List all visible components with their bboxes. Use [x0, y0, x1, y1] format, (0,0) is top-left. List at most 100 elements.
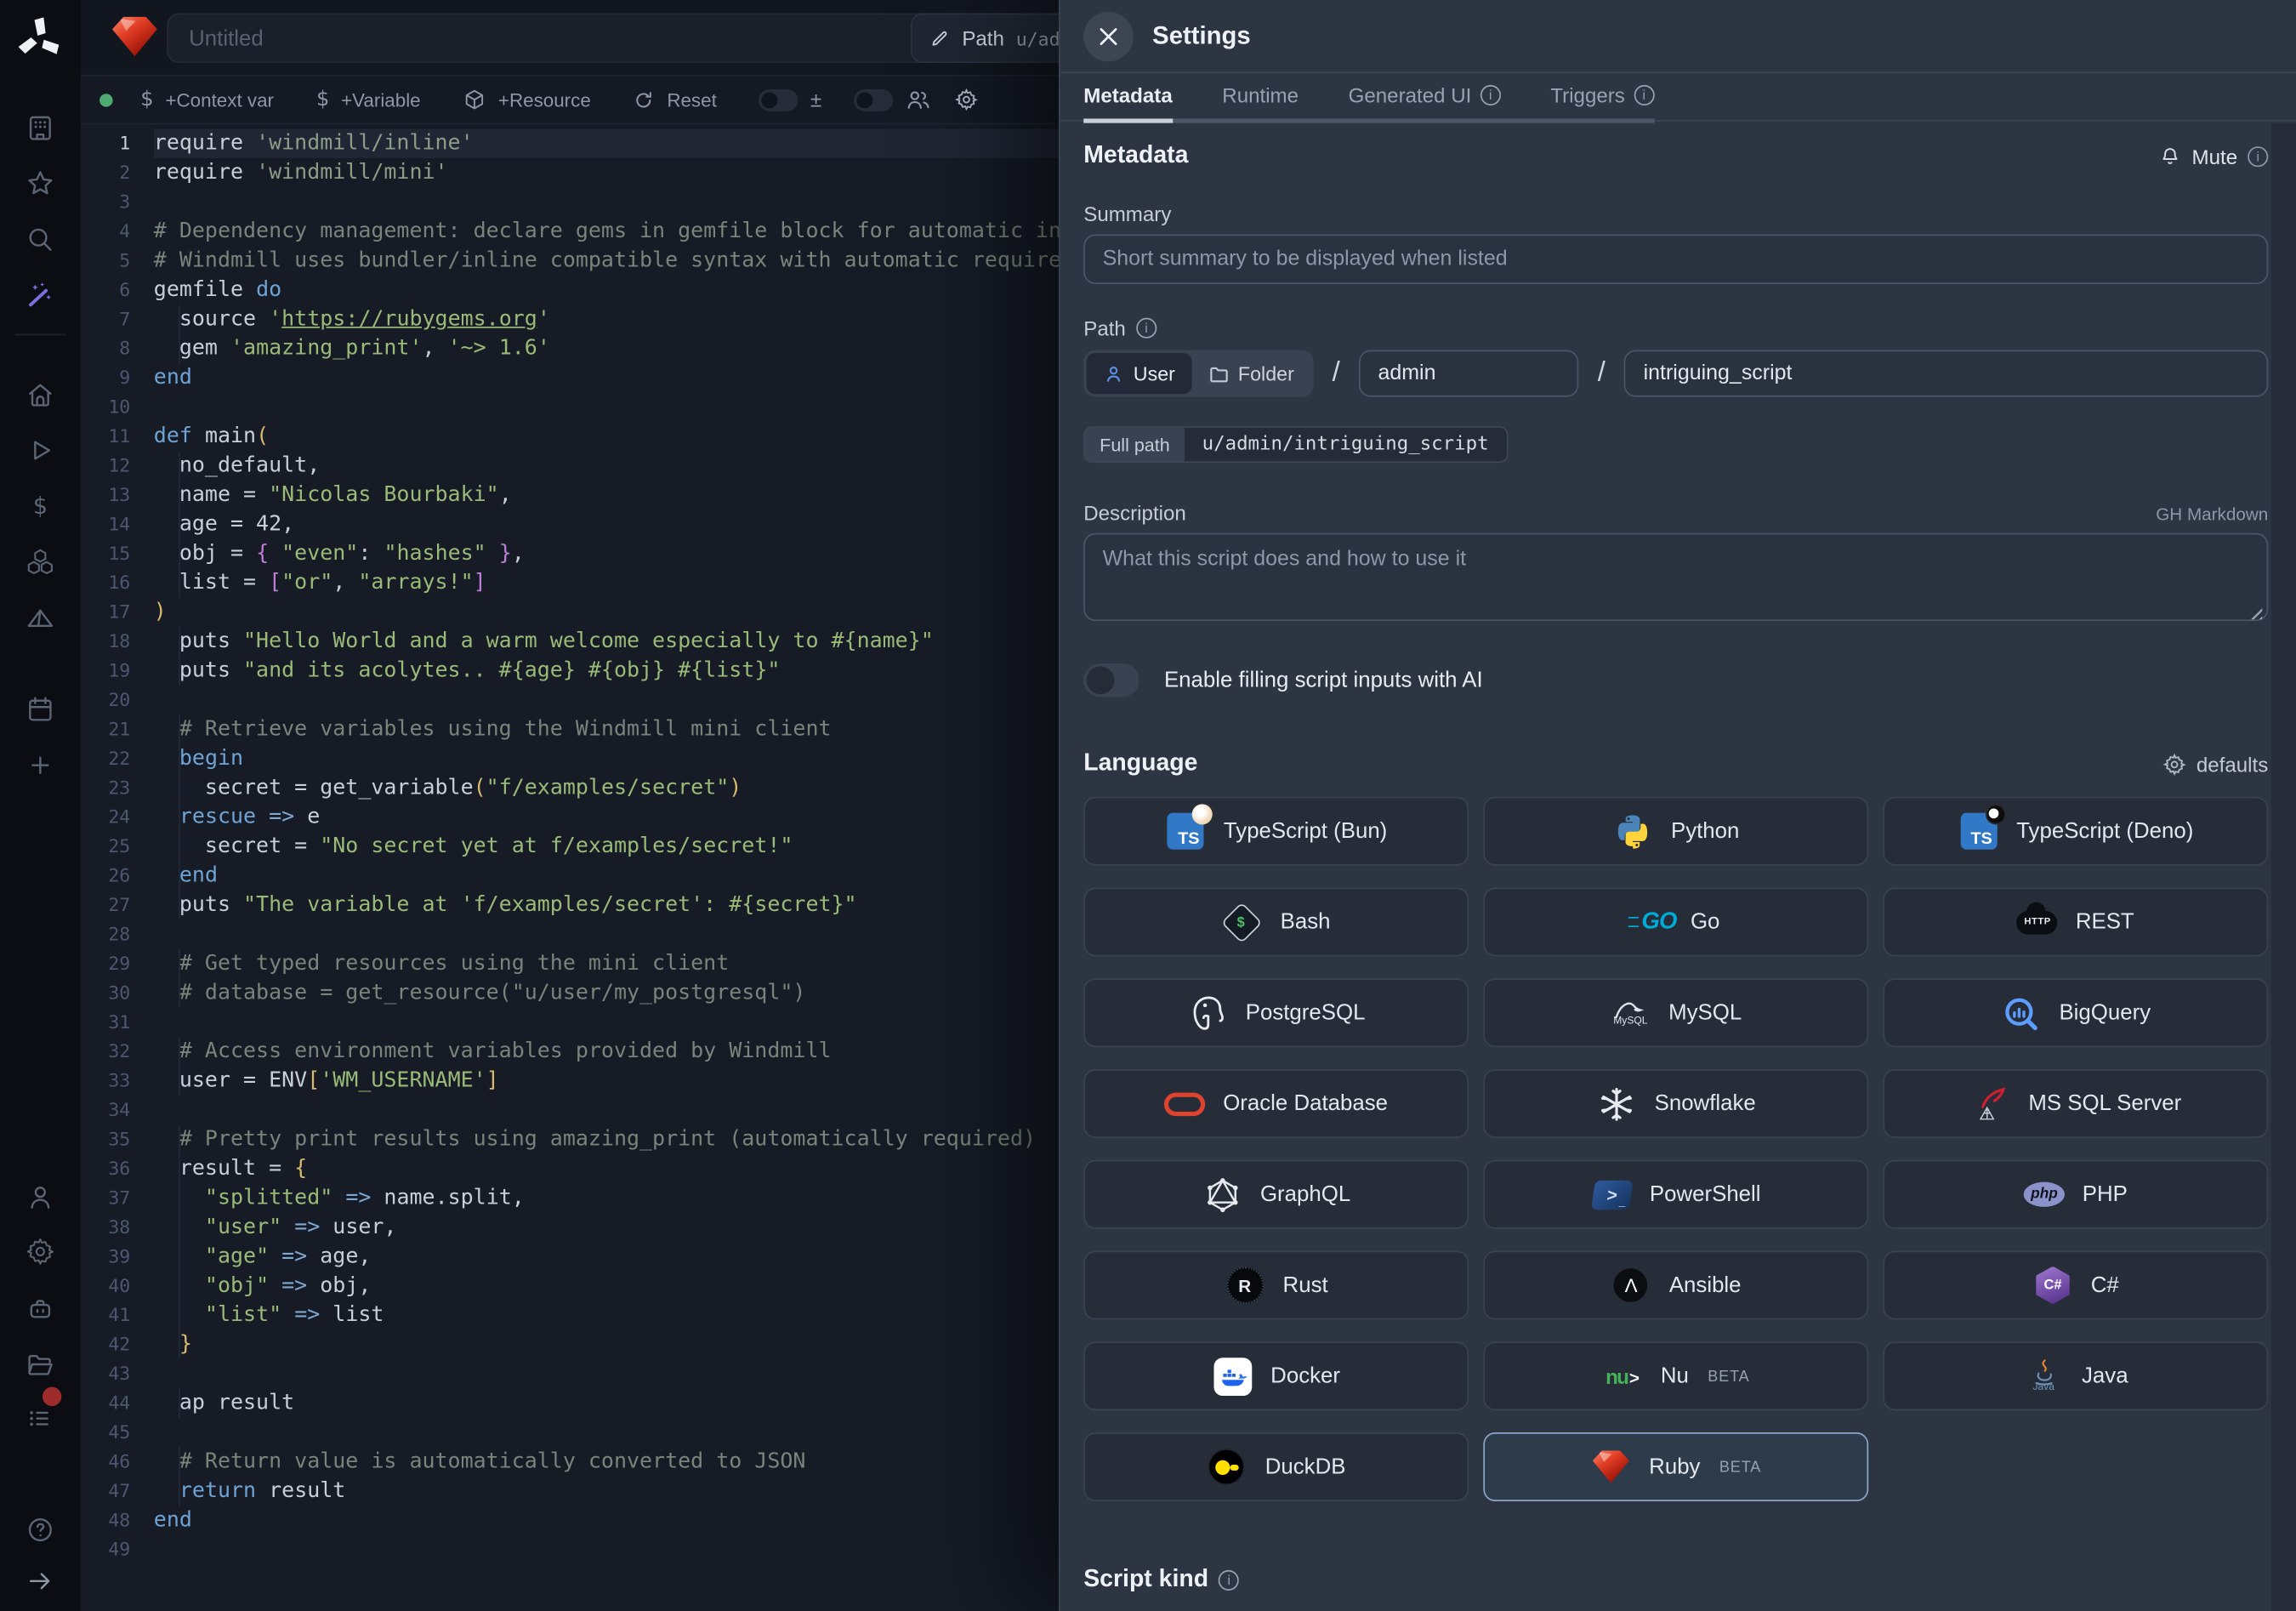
- tab-runtime[interactable]: Runtime: [1222, 83, 1299, 122]
- language-option-oracle-database[interactable]: Oracle Database: [1083, 1069, 1469, 1138]
- language-option-java[interactable]: JavaJava: [1883, 1341, 2268, 1410]
- path-separator: /: [1578, 357, 1624, 390]
- language-option-bash[interactable]: $Bash: [1083, 887, 1469, 956]
- svg-text:$: $: [33, 493, 48, 520]
- line-number: 40: [81, 1272, 154, 1301]
- path-owner-input[interactable]: [1359, 350, 1578, 397]
- language-option-ms-sql-server[interactable]: MS SQL Server: [1883, 1069, 2268, 1138]
- diff-mode-toggle[interactable]: [759, 88, 798, 111]
- language-option-bigquery[interactable]: BigQuery: [1883, 978, 2268, 1047]
- path-separator: /: [1313, 357, 1359, 390]
- language-option-ruby[interactable]: RubyBETA: [1483, 1432, 1868, 1501]
- scrollbar[interactable]: [2271, 123, 2296, 1611]
- line-number: 14: [81, 509, 154, 538]
- language-option-snowflake[interactable]: Snowflake: [1483, 1069, 1868, 1138]
- script-title-input[interactable]: [167, 13, 954, 63]
- php-icon: php: [2024, 1174, 2065, 1215]
- line-number: 12: [81, 451, 154, 480]
- line-number: 41: [81, 1301, 154, 1329]
- owner-kind-segmented: User Folder: [1083, 350, 1313, 397]
- sidebar-item-gear-icon[interactable]: [22, 1233, 59, 1270]
- owner-kind-folder[interactable]: Folder: [1191, 353, 1310, 394]
- language-option-rust[interactable]: RRust: [1083, 1251, 1469, 1320]
- script-kind-heading: Script kind i: [1083, 1566, 2268, 1594]
- mute-button[interactable]: Mute i: [2158, 145, 2268, 168]
- sidebar-item-dollar-icon[interactable]: $: [22, 487, 59, 524]
- owner-kind-user[interactable]: User: [1087, 353, 1191, 394]
- graphql-icon: [1202, 1174, 1242, 1215]
- summary-label: Summary: [1083, 202, 2268, 226]
- language-option-postgresql[interactable]: PostgreSQL: [1083, 978, 1469, 1047]
- defaults-button[interactable]: defaults: [2162, 752, 2268, 776]
- python-icon: [1612, 811, 1653, 851]
- language-option-graphql[interactable]: GraphQL: [1083, 1160, 1469, 1229]
- tab-generated-ui[interactable]: Generated UIi: [1349, 83, 1501, 122]
- language-option-python[interactable]: Python: [1483, 797, 1868, 866]
- language-option-nu[interactable]: nu>NuBETA: [1483, 1341, 1868, 1410]
- line-number: 4: [81, 217, 154, 246]
- close-button[interactable]: [1083, 11, 1134, 61]
- sidebar-item-building-icon[interactable]: [22, 110, 59, 146]
- summary-input[interactable]: [1083, 235, 2268, 285]
- line-number: 5: [81, 246, 154, 275]
- folder-icon: [1208, 362, 1230, 384]
- language-option-ansible[interactable]: ΛAnsible: [1483, 1251, 1868, 1320]
- bell-icon: [2158, 145, 2182, 168]
- ansible-icon: Λ: [1611, 1265, 1651, 1306]
- path-name-input[interactable]: [1624, 350, 2268, 397]
- line-number: 42: [81, 1330, 154, 1359]
- package-icon: [463, 88, 487, 111]
- language-option-typescript-bun-[interactable]: TSTypeScript (Bun): [1083, 797, 1469, 866]
- go-icon: GO: [1632, 902, 1673, 942]
- sidebar-item-arrow-right-icon[interactable]: [22, 1563, 59, 1599]
- pencil-icon: [929, 28, 950, 48]
- sidebar-item-user-icon[interactable]: [22, 1179, 59, 1215]
- line-number: 37: [81, 1183, 154, 1212]
- line-number: 7: [81, 305, 154, 333]
- language-option-php[interactable]: phpPHP: [1883, 1160, 2268, 1229]
- editor-settings-gear-icon[interactable]: [955, 88, 979, 111]
- ai-inputs-toggle[interactable]: [1083, 663, 1139, 697]
- line-number: 46: [81, 1447, 154, 1476]
- sidebar-item-help-icon[interactable]: [22, 1511, 59, 1548]
- reset-button[interactable]: Reset: [634, 88, 717, 111]
- collab-toggle[interactable]: [854, 88, 893, 111]
- sidebar-item-play-icon[interactable]: [22, 432, 59, 469]
- tab-triggers[interactable]: Triggersi: [1550, 83, 1654, 122]
- language-option-duckdb[interactable]: DuckDB: [1083, 1432, 1469, 1501]
- sidebar-item-search-icon[interactable]: [22, 221, 59, 258]
- language-option-go[interactable]: GOGo: [1483, 887, 1868, 956]
- sidebar-item-folder-icon[interactable]: [22, 1346, 59, 1382]
- windmill-logo-icon[interactable]: [18, 16, 62, 60]
- language-option-c-[interactable]: C#C#: [1883, 1251, 2268, 1320]
- sidebar-item-magic-wand-icon[interactable]: [22, 276, 59, 313]
- sidebar-item-plus-icon[interactable]: [22, 747, 59, 783]
- sidebar-item-calendar-icon[interactable]: [22, 692, 59, 728]
- line-number: 21: [81, 714, 154, 743]
- line-number: 28: [81, 919, 154, 948]
- sidebar-item-home-icon[interactable]: [22, 377, 59, 413]
- gh-markdown-hint: GH Markdown: [2156, 504, 2268, 524]
- sidebar-item-robot-icon[interactable]: [22, 1290, 59, 1327]
- language-option-docker[interactable]: Docker: [1083, 1341, 1469, 1410]
- language-option-powershell[interactable]: >_PowerShell: [1483, 1160, 1868, 1229]
- nu-icon: nu>: [1602, 1356, 1643, 1397]
- sidebar-item-star-icon[interactable]: [22, 166, 59, 202]
- dollar-icon: $: [316, 88, 329, 111]
- line-number: 24: [81, 803, 154, 832]
- line-number: 10: [81, 392, 154, 421]
- left-rail: $: [0, 0, 81, 1611]
- add-context-var-button[interactable]: $ +Context var: [140, 88, 274, 111]
- sidebar-item-pyramid-icon[interactable]: [22, 601, 59, 637]
- full-path-chip: Full path u/admin/intriguing_script: [1083, 426, 1508, 463]
- add-variable-button[interactable]: $ +Variable: [316, 88, 421, 111]
- language-option-typescript-deno-[interactable]: TSTypeScript (Deno): [1883, 797, 2268, 866]
- description-textarea[interactable]: [1083, 533, 2268, 621]
- language-option-mysql[interactable]: MySQLMySQL: [1483, 978, 1868, 1047]
- line-number: 19: [81, 656, 154, 685]
- sidebar-item-cubes-icon[interactable]: [22, 544, 59, 580]
- add-resource-button[interactable]: +Resource: [463, 88, 591, 111]
- language-option-rest[interactable]: HTTPREST: [1883, 887, 2268, 956]
- tab-metadata[interactable]: Metadata: [1083, 83, 1173, 122]
- mysql-icon: MySQL: [1610, 993, 1651, 1033]
